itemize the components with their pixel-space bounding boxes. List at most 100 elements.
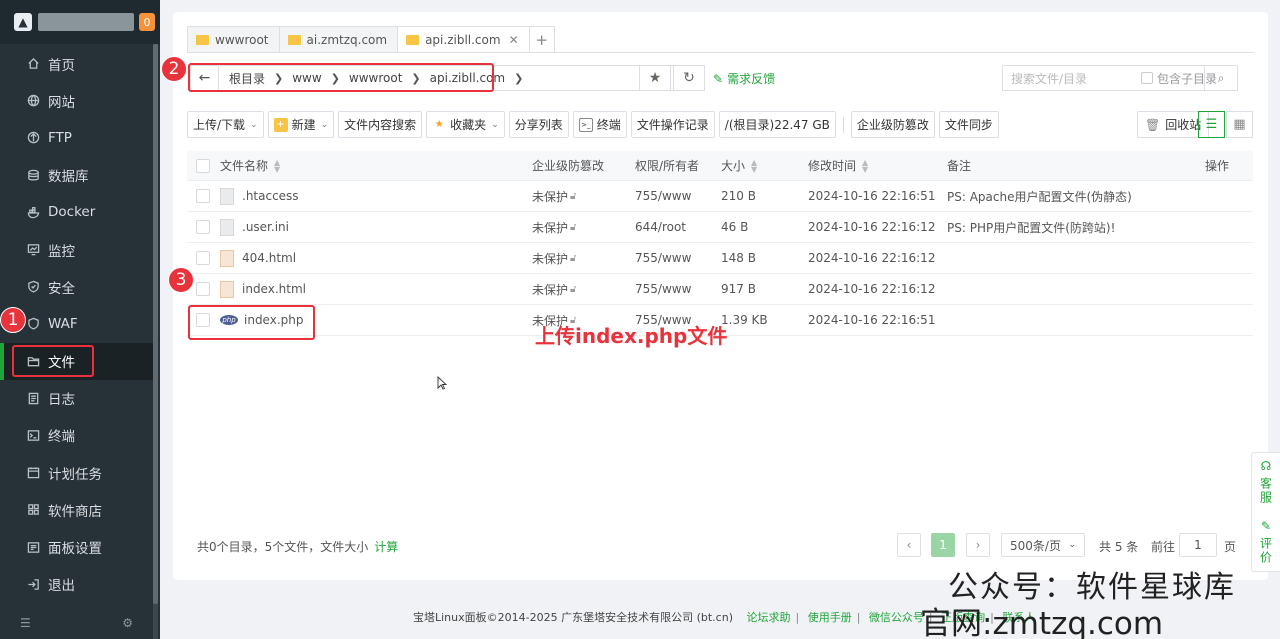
list-view-button[interactable]: ☰ [1198,111,1225,138]
favorites-button[interactable]: ★ 收藏夹 ⌄ [426,111,505,138]
protect-status[interactable]: 未保护 [532,250,568,267]
file-sync-button[interactable]: 文件同步 [938,111,999,138]
tamper-protection-button[interactable]: 企业级防篡改 [850,111,935,138]
file-name[interactable]: 404.html [242,251,296,265]
gear-icon[interactable]: ⚙ [122,616,133,630]
row-checkbox[interactable] [196,189,210,203]
sidebar-item-6[interactable]: 安全 [0,268,153,305]
table-row[interactable]: 404.html 未保护 🔓︎ 755/www 148 B 2024-10-16 22:1… [187,243,1253,274]
sidebar-item-1[interactable]: 网站 [0,82,153,119]
sidebar-item-label: 日志 [48,392,75,409]
grid-view-button[interactable]: ▦ [1226,111,1253,138]
file-note[interactable]: PS: PHP用户配置文件(防跨站)! [947,219,1205,236]
protect-status[interactable]: 未保护 [532,188,568,205]
sidebar-item-10[interactable]: 终端 [0,417,153,454]
wechat-link[interactable]: 微信公众号 [869,611,924,624]
toolbar: 上传/下载 ⌄ + 新建 ⌄ 文件内容搜索 ★ 收藏夹 ⌄ 分享列表 >_ 终端 文件操作记… [187,111,999,138]
prev-page-button[interactable]: ‹ [897,533,921,557]
terminal-button[interactable]: >_ 终端 [572,111,627,138]
lock-icon[interactable]: 🔓︎ [570,253,576,264]
annotation-number-2: 2 [161,56,187,82]
sidebar-item-label: 监控 [48,243,75,260]
sidebar-item-14[interactable]: 退出 [0,566,153,603]
feedback-link[interactable]: ✎ 需求反馈 [713,70,775,87]
sidebar-footer: ☰ ⚙ [0,606,153,639]
protect-status[interactable]: 未保护 [532,219,568,236]
table-row[interactable]: .htaccess 未保护 🔓︎ 755/www 210 B 2024-10-16 22:… [187,181,1253,212]
sidebar-item-label: 软件商店 [48,503,102,520]
favorite-star-button[interactable]: ★ [639,65,671,91]
close-icon[interactable]: ✕ [509,33,519,47]
permission[interactable]: 644/root [635,220,721,234]
path-tab-2[interactable]: api.zibll.com ✕ [397,26,529,53]
edit-icon: ✎ [713,71,724,86]
sidebar-item-9[interactable]: 日志 [0,380,153,417]
sidebar-item-label: 安全 [48,280,75,297]
collapse-menu-icon[interactable]: ☰ [20,616,31,630]
mouse-cursor-icon [437,376,447,390]
ftp-icon [26,131,40,145]
side-service-widget[interactable]: ☊ 客服 ✎ 评价 [1251,452,1280,572]
manual-link[interactable]: 使用手册 [808,611,852,624]
calc-size-link[interactable]: 计算 [374,540,398,554]
sidebar-header: ▲ 0 [0,0,160,44]
chevron-right-icon[interactable]: ❯ [514,72,523,85]
file-note[interactable]: PS: Apache用户配置文件(伪静态) [947,188,1205,205]
row-checkbox[interactable] [196,282,210,296]
content-search-button[interactable]: 文件内容搜索 [338,111,423,138]
path-tab-1[interactable]: ai.zmtzq.com [278,26,398,53]
forum-link[interactable]: 论坛求助 [746,611,790,624]
file-size: 917 B [721,282,756,296]
row-checkbox[interactable] [196,251,210,265]
shield-icon [26,280,40,294]
refresh-button[interactable]: ↻ [673,65,705,91]
next-page-button[interactable]: › [966,533,990,557]
globe-icon [26,94,40,108]
lock-icon[interactable]: 🔓︎ [570,284,576,295]
permission[interactable]: 755/www [635,282,721,296]
search-icon[interactable]: ⌕ [1204,66,1237,90]
add-tab-button[interactable]: + [528,26,555,53]
modified-time: 2024-10-16 22:16:51 [808,189,936,203]
row-checkbox[interactable] [196,220,210,234]
sidebar-item-0[interactable]: 首页 [0,45,153,82]
table-row[interactable]: index.html 未保护 🔓︎ 755/www 917 B 2024-10-16 22… [187,274,1253,305]
home-icon [26,57,40,71]
file-name[interactable]: index.html [242,282,306,296]
sidebar-item-label: Docker [48,204,96,221]
permission[interactable]: 755/www [635,251,721,265]
sidebar-item-5[interactable]: 监控 [0,231,153,268]
sidebar-item-3[interactable]: 数据库 [0,157,153,194]
notification-badge[interactable]: 0 [139,13,155,31]
sidebar-scrollbar[interactable] [153,44,158,639]
sidebar-item-12[interactable]: 软件商店 [0,491,153,528]
lock-icon[interactable]: 🔓︎ [570,191,576,202]
log-icon [26,391,40,405]
select-all-checkbox[interactable] [196,158,210,173]
sidebar-item-4[interactable]: Docker [0,194,153,231]
per-page-select[interactable]: 500条/页 ⌄ [1001,533,1085,557]
new-button[interactable]: + 新建 ⌄ [267,111,335,138]
search-input[interactable]: 搜索文件/目录 包含子目录 ⌕ [1002,65,1238,91]
page-1-button[interactable]: 1 [931,533,955,557]
table-row[interactable]: .user.ini 未保护 🔓︎ 644/root 46 B 2024-10-16 22:… [187,212,1253,243]
sidebar-item-11[interactable]: 计划任务 [0,454,153,491]
file-icon [220,218,234,236]
goto-page-input[interactable]: 1 [1179,533,1217,557]
sidebar-item-2[interactable]: FTP [0,119,153,156]
disk-usage-button[interactable]: /(根目录)22.47 GB [718,111,836,138]
docker-icon [26,205,40,219]
permission[interactable]: 755/www [635,189,721,203]
file-name[interactable]: .htaccess [242,189,299,203]
lock-icon[interactable]: 🔓︎ [570,222,576,233]
file-name[interactable]: .user.ini [242,220,289,234]
modified-time: 2024-10-16 22:16:51 [808,313,936,327]
upload-download-button[interactable]: 上传/下载 ⌄ [187,111,264,138]
settings-icon [26,540,40,554]
protect-status[interactable]: 未保护 [532,281,568,298]
html-file-icon [220,249,234,267]
sidebar-item-13[interactable]: 面板设置 [0,528,153,565]
file-op-log-button[interactable]: 文件操作记录 [630,111,715,138]
share-list-button[interactable]: 分享列表 [508,111,569,138]
path-tab-0[interactable]: wwwroot [187,26,279,53]
